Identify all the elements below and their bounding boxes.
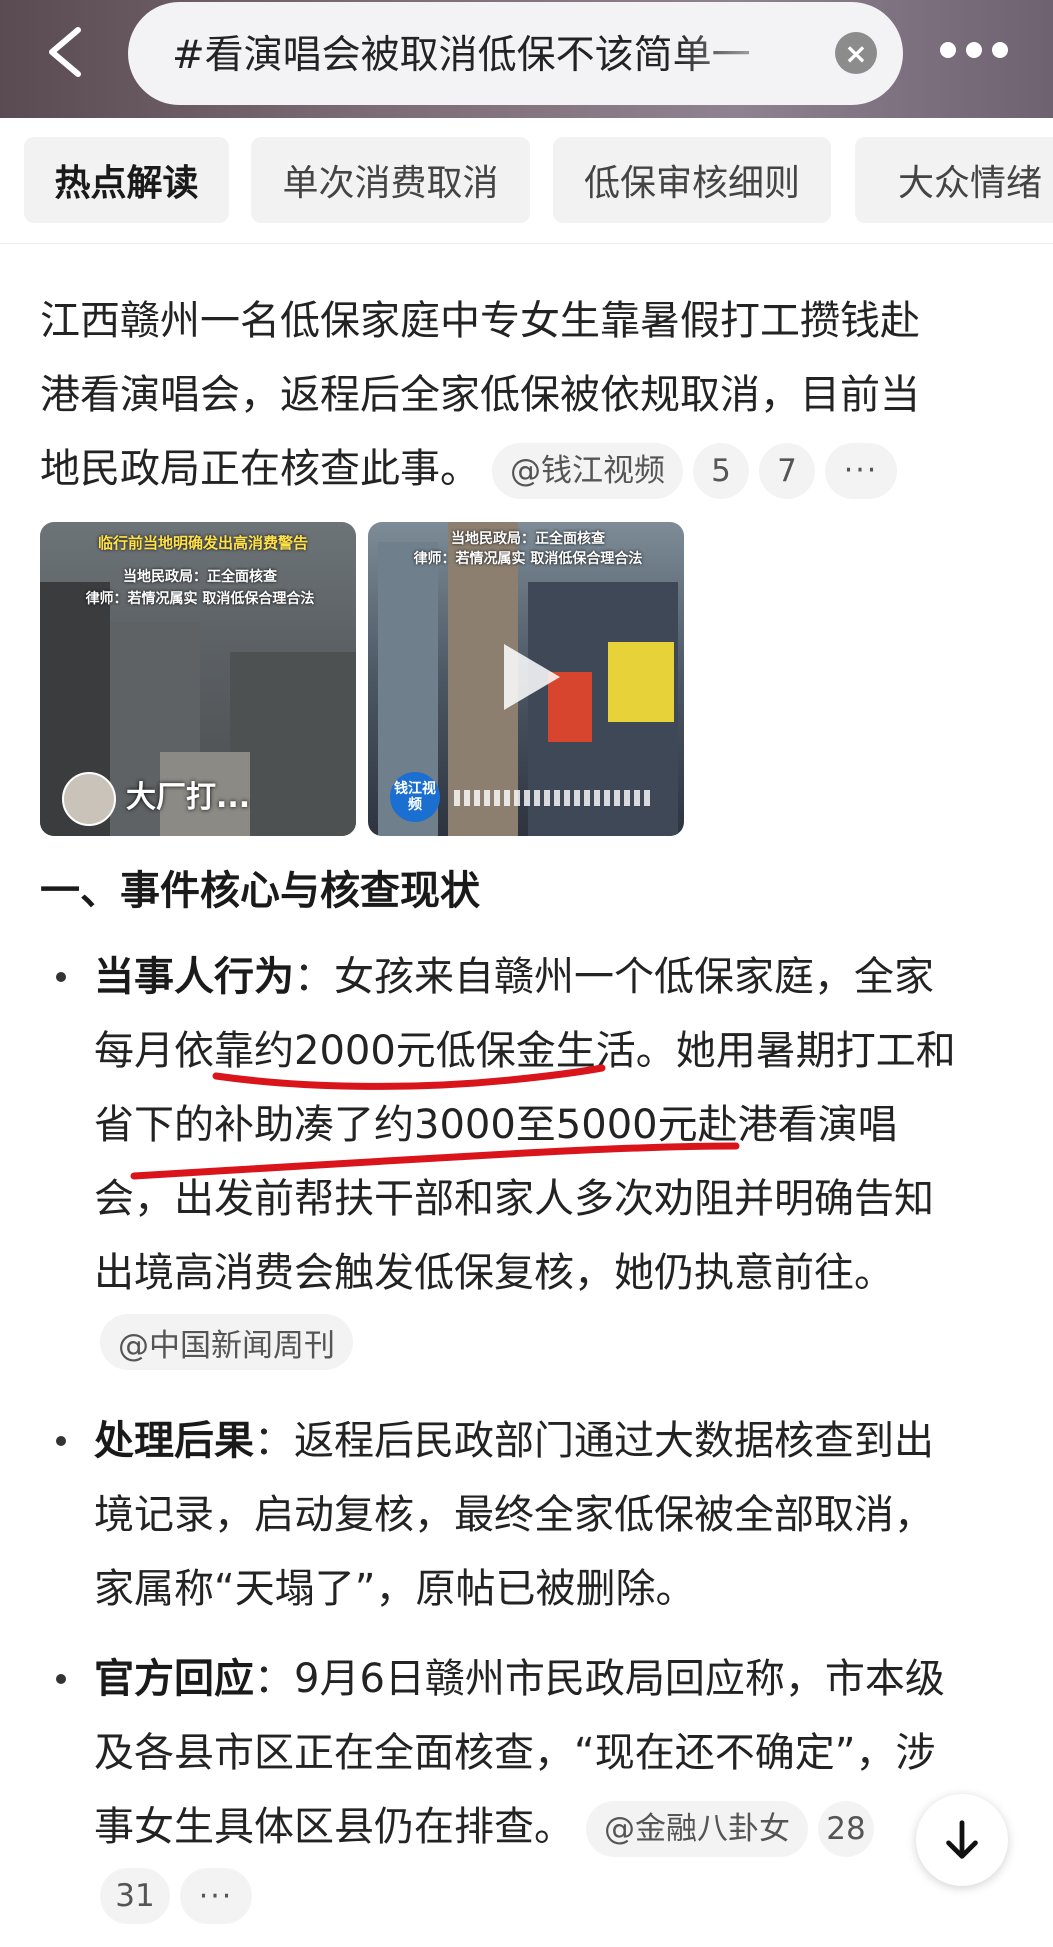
reference-badge[interactable]: 31 xyxy=(100,1868,170,1924)
more-references-button[interactable]: ··· xyxy=(825,443,897,499)
item-label: 当事人行为 xyxy=(94,954,294,1000)
video-thumbnail[interactable]: 当地民政局：正全面核查 律师：若情况属实 取消低保合理合法 钱江视频 xyxy=(368,522,684,836)
item-line: 及各县市区正在全面核查，“现在还不确定”，涉 xyxy=(94,1730,936,1776)
video-author: 大厂打... xyxy=(126,780,251,815)
thumbnail-caption: 当地民政局：正全面核查 xyxy=(451,531,605,547)
tab-single-consumption[interactable]: 单次消费取消 xyxy=(251,137,530,223)
item-line: 事女生具体区县仍在排查。 @金融八卦女 28 xyxy=(94,1790,1014,1864)
item-label: 官方回应 xyxy=(94,1656,254,1702)
item-text: 9月6日赣州市民政局回应称，市本级 xyxy=(294,1656,945,1702)
source-tag[interactable]: @中国新闻周刊 xyxy=(100,1314,353,1370)
video-progress-decoration xyxy=(454,790,654,806)
source-tag[interactable]: @钱江视频 xyxy=(492,443,683,499)
item-colon: ： xyxy=(254,1418,294,1464)
tab-public-emotion[interactable]: 大众情绪 xyxy=(855,137,1053,223)
item-text: 返程后民政部门通过大数据核查到出 xyxy=(294,1418,934,1464)
tab-review-rules[interactable]: 低保审核细则 xyxy=(553,137,831,223)
item-line: 出境高消费会触发低保复核，她仍执意前往。 xyxy=(94,1250,894,1296)
intro-line: 地民政局正在核查此事。 @钱江视频 5 7 ··· xyxy=(40,432,920,506)
bullet-icon xyxy=(52,1668,72,1688)
search-query[interactable]: #看演唱会被取消低保不该简单一 xyxy=(172,24,802,80)
item-line: 每月依靠约2000元低保金生活。她用暑期打工和 xyxy=(94,1028,956,1074)
item-text: 女孩来自赣州一个低保家庭，全家 xyxy=(334,954,934,1000)
play-icon[interactable] xyxy=(500,642,562,712)
thumbnail-caption: 当地民政局：正全面核查 xyxy=(123,569,277,585)
tab-hot-reading[interactable]: 热点解读 xyxy=(24,137,229,223)
intro-paragraph: 江西赣州一名低保家庭中专女生靠暑假打工攒钱赴 港看演唱会，返程后全家低保被依规取… xyxy=(40,284,920,506)
chevron-left-icon[interactable] xyxy=(38,22,94,82)
item-line: 当事人行为：女孩来自赣州一个低保家庭，全家 xyxy=(94,940,1014,1014)
close-circle-icon[interactable]: × xyxy=(835,32,877,74)
source-row: 31 ··· xyxy=(100,1868,252,1924)
top-bar: #看演唱会被取消低保不该简单一 × xyxy=(0,0,1053,118)
topic-tabs: 热点解读 单次消费取消 低保审核细则 大众情绪 xyxy=(0,118,1053,244)
item-colon: ： xyxy=(294,954,334,1000)
arrow-down-icon xyxy=(946,1820,978,1859)
bullet-icon xyxy=(52,966,72,986)
item-line: 省下的补助凑了约3000至5000元赴港看演唱 xyxy=(94,1102,898,1148)
list-item: 处理后果：返程后民政部门通过大数据核查到出 境记录，启动复核，最终全家低保被全部… xyxy=(94,1404,1014,1626)
source-row: @中国新闻周刊 xyxy=(100,1314,353,1370)
intro-line-text: 地民政局正在核查此事。 xyxy=(40,446,480,492)
item-line: 会，出发前帮扶干部和家人多次劝阻并明确告知 xyxy=(94,1176,934,1222)
item-colon: ： xyxy=(254,1656,294,1702)
scroll-down-button[interactable] xyxy=(916,1794,1008,1886)
thumbnail-caption: 律师：若情况属实 取消低保合理合法 xyxy=(413,551,643,567)
bullet-icon xyxy=(52,1430,72,1450)
reference-badge[interactable]: 7 xyxy=(759,443,815,499)
item-label: 处理后果 xyxy=(94,1418,254,1464)
section-heading: 一、事件核心与核查现状 xyxy=(40,868,480,914)
avatar xyxy=(62,772,116,826)
source-tag[interactable]: @金融八卦女 xyxy=(586,1801,808,1857)
intro-line: 港看演唱会，返程后全家低保被依规取消，目前当 xyxy=(40,372,920,418)
list-item: 官方回应：9月6日赣州市民政局回应称，市本级 及各县市区正在全面核查，“现在还不… xyxy=(94,1642,1014,1864)
item-text: 事女生具体区县仍在排查。 xyxy=(94,1804,574,1850)
thumbnail-caption: 临行前当地明确发出高消费警告 xyxy=(97,534,308,552)
thumbnail-caption: 律师：若情况属实 取消低保合理合法 xyxy=(85,591,315,607)
reference-badge[interactable]: 5 xyxy=(693,443,749,499)
item-line: 处理后果：返程后民政部门通过大数据核查到出 xyxy=(94,1404,1014,1478)
item-line: 官方回应：9月6日赣州市民政局回应称，市本级 xyxy=(94,1642,1014,1716)
video-thumbnail[interactable]: 临行前当地明确发出高消费警告 当地民政局：正全面核查 律师：若情况属实 取消低保… xyxy=(40,522,356,836)
reference-badge[interactable]: 28 xyxy=(818,1801,874,1857)
item-line: 家属称“天塌了”，原帖已被删除。 xyxy=(94,1566,696,1612)
more-references-button[interactable]: ··· xyxy=(180,1868,252,1924)
list-item: 当事人行为：女孩来自赣州一个低保家庭，全家 每月依靠约2000元低保金生活。她用… xyxy=(94,940,1014,1310)
search-box[interactable]: #看演唱会被取消低保不该简单一 × xyxy=(128,2,903,105)
item-line: 境记录，启动复核，最终全家低保被全部取消， xyxy=(94,1492,934,1538)
channel-logo: 钱江视频 xyxy=(390,772,440,822)
more-horizontal-icon[interactable] xyxy=(940,35,1040,65)
intro-line: 江西赣州一名低保家庭中专女生靠暑假打工攒钱赴 xyxy=(40,298,920,344)
